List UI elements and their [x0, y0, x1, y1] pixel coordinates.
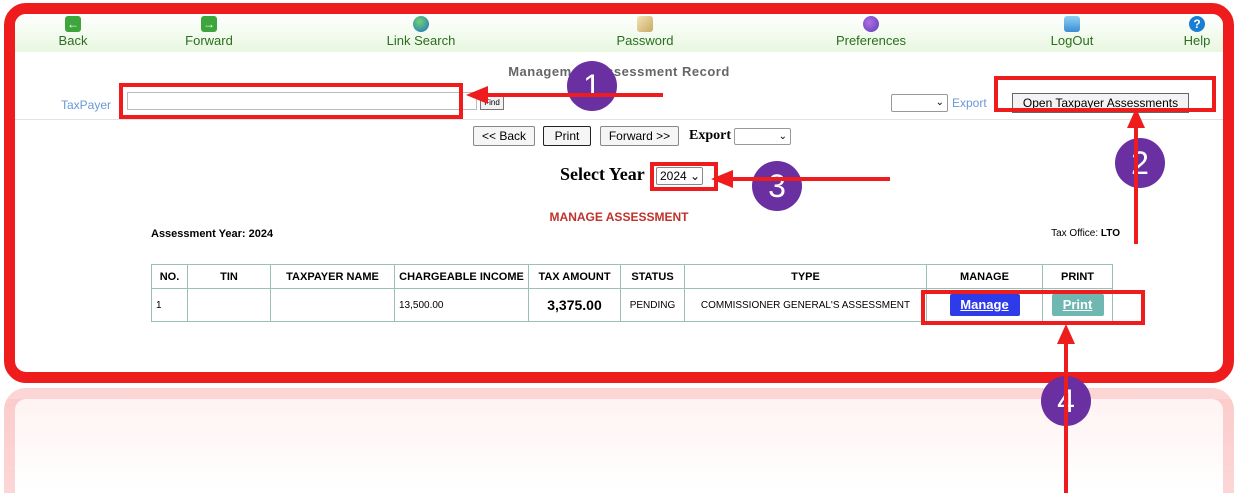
annotation-badge-2: 2	[1115, 138, 1165, 188]
highlight-manage-print	[921, 290, 1145, 325]
toolbar-help[interactable]: ? Help	[1180, 16, 1214, 48]
select-year-label: Select Year	[560, 164, 645, 184]
annotation-arrow-3	[730, 177, 890, 181]
assessment-year-label: Assessment Year: 2024	[151, 228, 274, 240]
print-button[interactable]: Print	[543, 126, 591, 146]
toolbar-logout[interactable]: LogOut	[1047, 16, 1097, 48]
app-frame: ← Back → Forward Link Search Password Pr…	[4, 3, 1234, 383]
logout-icon	[1064, 16, 1080, 32]
highlight-year	[650, 162, 718, 191]
back-button[interactable]: << Back	[473, 126, 535, 146]
divider	[15, 119, 1223, 120]
cell-income: 13,500.00	[394, 288, 529, 322]
cell-tax-amount: 3,375.00	[528, 288, 621, 322]
toolbar-back[interactable]: ← Back	[55, 16, 91, 48]
forward-arrow-icon: →	[201, 16, 217, 32]
toolbar-link-search[interactable]: Link Search	[381, 16, 461, 48]
col-no: NO.	[151, 264, 188, 289]
arrow-head-1	[466, 86, 488, 104]
back-arrow-icon: ←	[65, 16, 81, 32]
export-label: Export	[689, 128, 731, 143]
cell-no: 1	[151, 288, 188, 322]
toolbar-password[interactable]: Password	[613, 16, 677, 48]
col-chargeable-income: CHARGEABLE INCOME	[394, 264, 529, 289]
col-type: TYPE	[684, 264, 927, 289]
cell-type: COMMISSIONER GENERAL'S ASSESSMENT	[684, 288, 927, 322]
col-print: PRINT	[1042, 264, 1113, 289]
annotation-arrow-4	[1064, 342, 1068, 493]
highlight-open-assessments	[994, 76, 1216, 112]
preferences-icon	[863, 16, 879, 32]
tax-office: Tax Office: LTO	[1051, 228, 1120, 239]
globe-icon	[413, 16, 429, 32]
password-icon	[637, 16, 653, 32]
col-manage: MANAGE	[926, 264, 1043, 289]
annotation-arrow-2	[1134, 126, 1138, 244]
toolbar-preferences[interactable]: Preferences	[831, 16, 911, 48]
help-icon: ?	[1189, 16, 1205, 32]
annotation-badge-1: 1	[567, 61, 617, 111]
export-link[interactable]: Export	[952, 96, 987, 110]
col-status: STATUS	[620, 264, 685, 289]
cell-status: PENDING	[620, 288, 685, 322]
highlight-taxpayer	[119, 83, 463, 119]
col-taxpayer-name: TAXPAYER NAME	[270, 264, 395, 289]
arrow-head-3	[711, 170, 733, 188]
manage-assessment-title: MANAGE ASSESSMENT	[549, 210, 689, 224]
col-tax-amount: TAX AMOUNT	[528, 264, 621, 289]
annotation-badge-3: 3	[752, 161, 802, 211]
toolbar-forward[interactable]: → Forward	[181, 16, 237, 48]
arrow-head-4	[1057, 324, 1075, 344]
arrow-head-2	[1127, 108, 1145, 128]
taxpayer-label: TaxPayer	[61, 98, 112, 112]
forward-button[interactable]: Forward >>	[600, 126, 679, 146]
annotation-arrow-1	[487, 93, 663, 97]
cell-tin	[187, 288, 271, 322]
col-tin: TIN	[187, 264, 271, 289]
export-select[interactable]: ⌄	[734, 128, 791, 145]
export-select-top[interactable]: ⌄	[891, 94, 948, 112]
nav-toolbar: ← Back → Forward Link Search Password Pr…	[15, 14, 1223, 52]
table-header-row: NO. TIN TAXPAYER NAME CHARGEABLE INCOME …	[151, 264, 1113, 289]
cell-name	[270, 288, 395, 322]
